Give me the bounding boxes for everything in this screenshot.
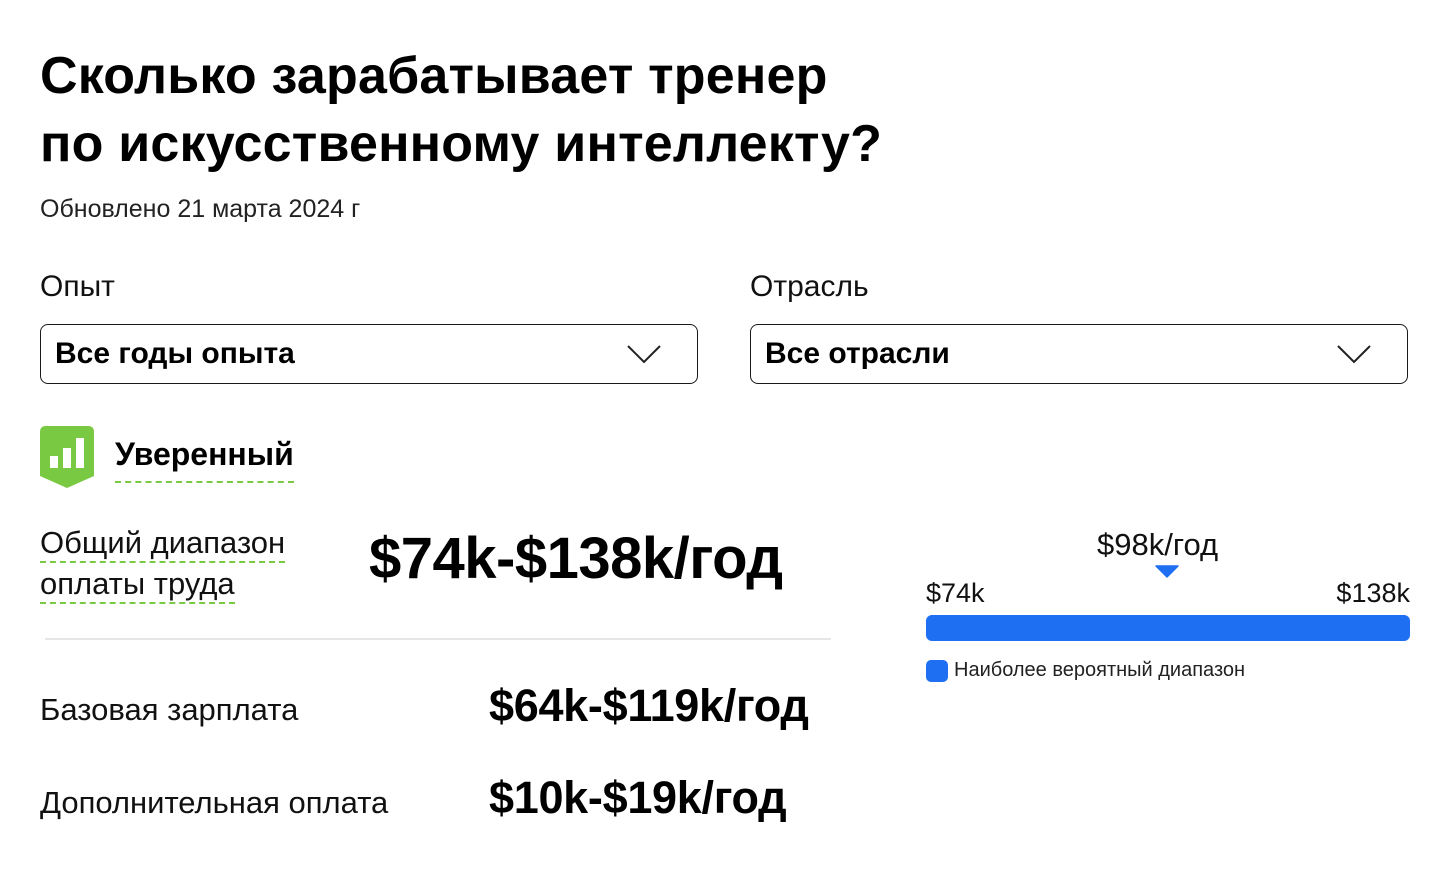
legend-label: Наиболее вероятный диапазон (954, 659, 1246, 681)
total-pay-value: $74k-$138k/год (369, 526, 783, 591)
divider (45, 638, 831, 640)
page-title-line-2: по искусственному интеллекту? (40, 115, 883, 173)
base-salary-value: $64k-$119k/год (489, 680, 809, 731)
industry-dropdown[interactable]: Все отрасли (750, 324, 1408, 384)
industry-filter-label: Отрасль (750, 270, 869, 303)
page-title: Сколько зарабатывает тренер по искусстве… (40, 42, 882, 178)
additional-pay-value: $10k-$19k/год (489, 772, 787, 823)
total-pay-label[interactable]: Общий диапазон оплаты труда (40, 522, 286, 604)
range-min-label: $74k (926, 578, 985, 608)
range-legend: Наиболее вероятный диапазон (926, 659, 1245, 682)
total-pay-label-line-1: Общий диапазон (40, 525, 286, 563)
confidence-label[interactable]: Уверенный (115, 436, 294, 483)
chevron-down-icon (627, 345, 661, 364)
industry-dropdown-value: Все отрасли (765, 337, 950, 370)
median-marker-icon (1155, 565, 1179, 578)
experience-filter-label: Опыт (40, 270, 115, 303)
page-title-line-1: Сколько зарабатывает тренер (40, 47, 828, 105)
experience-dropdown-value: Все годы опыта (55, 337, 295, 370)
median-pay-label: $98k/год (1097, 527, 1219, 562)
pay-range-bar (926, 615, 1410, 641)
salary-page: Сколько зарабатывает тренер по искусстве… (0, 0, 1450, 896)
range-max-label: $138k (1336, 578, 1410, 608)
additional-pay-label: Дополнительная оплата (40, 785, 389, 820)
legend-swatch (926, 659, 948, 682)
experience-dropdown[interactable]: Все годы опыта (40, 324, 698, 384)
total-pay-label-line-2: оплаты труда (40, 566, 235, 604)
chevron-down-icon (1337, 345, 1371, 364)
bar-chart-icon (40, 426, 94, 488)
updated-date: Обновлено 21 марта 2024 г (40, 195, 361, 223)
base-salary-label: Базовая зарплата (40, 692, 299, 727)
